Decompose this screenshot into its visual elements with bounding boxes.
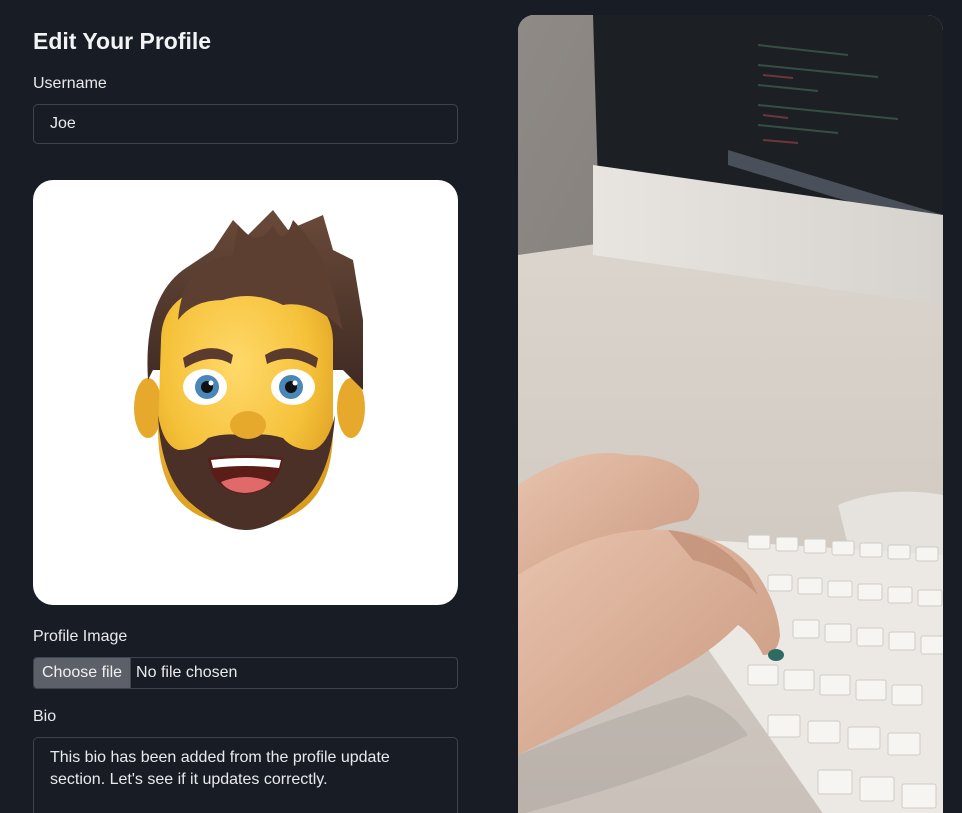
bio-label: Bio bbox=[33, 708, 57, 725]
profile-image-file-input[interactable]: Choose file No file chosen bbox=[33, 657, 458, 689]
username-label: Username bbox=[33, 75, 107, 92]
edit-profile-page: Edit Your Profile Username Joe Profile I… bbox=[0, 0, 962, 813]
hero-image bbox=[518, 15, 943, 813]
page-title: Edit Your Profile bbox=[33, 28, 212, 54]
username-input[interactable] bbox=[33, 104, 458, 144]
typing-on-keyboard-photo bbox=[518, 15, 943, 813]
file-status-text: No file chosen bbox=[136, 664, 238, 681]
bio-textarea[interactable]: This bio has been added from the profile… bbox=[33, 737, 458, 813]
choose-file-button[interactable]: Choose file bbox=[34, 658, 132, 688]
memoji-avatar-icon bbox=[134, 210, 365, 530]
profile-image-label: Profile Image bbox=[33, 628, 128, 645]
avatar-preview bbox=[33, 180, 458, 605]
